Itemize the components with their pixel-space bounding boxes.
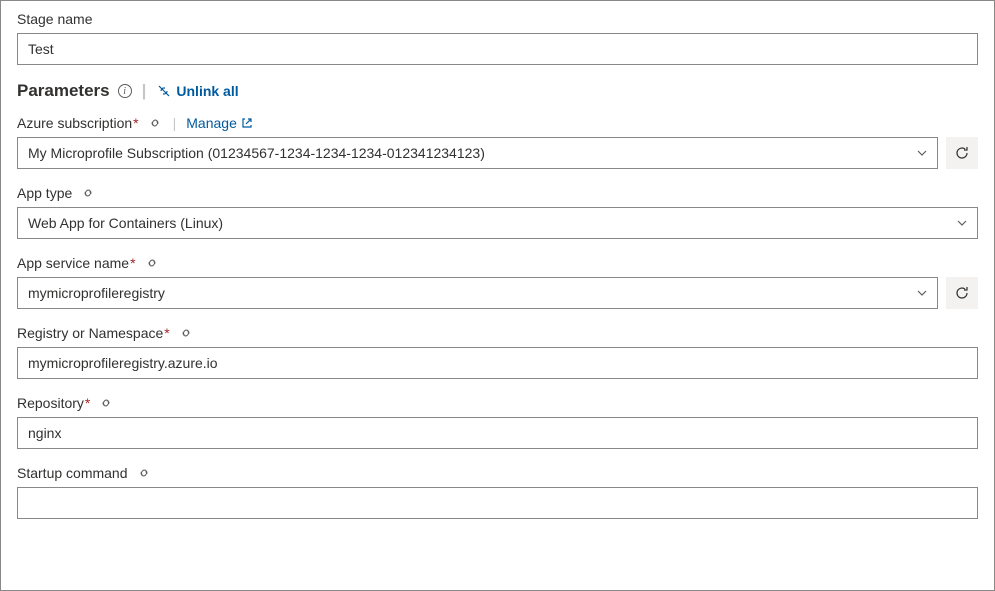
- app-service-name-select[interactable]: mymicroprofileregistry: [17, 277, 938, 309]
- input-row-azure-subscription: My Microprofile Subscription (01234567-1…: [17, 137, 978, 169]
- separator: |: [173, 115, 177, 131]
- app-service-name-label: App service name*: [17, 255, 136, 271]
- app-type-select[interactable]: Web App for Containers (Linux): [17, 207, 978, 239]
- required-marker: *: [133, 115, 138, 131]
- field-repository: Repository*: [17, 395, 978, 449]
- label-row-app-service-name: App service name*: [17, 255, 978, 271]
- repository-label: Repository*: [17, 395, 90, 411]
- stage-settings-panel: Stage name Parameters i | Unlink all Azu…: [0, 0, 995, 591]
- required-marker: *: [85, 395, 90, 411]
- link-icon[interactable]: [98, 395, 114, 411]
- field-app-service-name: App service name* mymicroprofileregistry: [17, 255, 978, 309]
- parameters-heading: Parameters i | Unlink all: [17, 81, 978, 101]
- refresh-button-subscription[interactable]: [946, 137, 978, 169]
- field-stage-name: Stage name: [17, 11, 978, 65]
- registry-namespace-input[interactable]: [17, 347, 978, 379]
- parameters-heading-text: Parameters: [17, 81, 110, 101]
- input-row-repository: [17, 417, 978, 449]
- link-icon[interactable]: [178, 325, 194, 341]
- link-icon[interactable]: [147, 115, 163, 131]
- app-type-select-wrapper: Web App for Containers (Linux): [17, 207, 978, 239]
- label-row-stage-name: Stage name: [17, 11, 978, 27]
- separator: |: [142, 81, 147, 101]
- label-row-repository: Repository*: [17, 395, 978, 411]
- field-startup-command: Startup command: [17, 465, 978, 519]
- unlink-icon: [156, 83, 172, 99]
- label-row-app-type: App type: [17, 185, 978, 201]
- azure-subscription-label: Azure subscription*: [17, 115, 139, 131]
- azure-subscription-select-wrapper: My Microprofile Subscription (01234567-1…: [17, 137, 938, 169]
- label-row-registry-namespace: Registry or Namespace*: [17, 325, 978, 341]
- stage-name-input[interactable]: [17, 33, 978, 65]
- info-icon[interactable]: i: [118, 84, 132, 98]
- required-marker: *: [164, 325, 169, 341]
- input-row-stage-name: [17, 33, 978, 65]
- startup-command-input[interactable]: [17, 487, 978, 519]
- registry-namespace-label: Registry or Namespace*: [17, 325, 170, 341]
- label-row-azure-subscription: Azure subscription* | Manage: [17, 115, 978, 131]
- field-registry-namespace: Registry or Namespace*: [17, 325, 978, 379]
- azure-subscription-select[interactable]: My Microprofile Subscription (01234567-1…: [17, 137, 938, 169]
- external-link-icon: [241, 117, 253, 129]
- required-marker: *: [130, 255, 135, 271]
- manage-link[interactable]: Manage: [186, 115, 253, 131]
- link-icon[interactable]: [80, 185, 96, 201]
- app-service-name-select-wrapper: mymicroprofileregistry: [17, 277, 938, 309]
- refresh-button-app-service[interactable]: [946, 277, 978, 309]
- unlink-all-label: Unlink all: [176, 83, 238, 99]
- link-icon[interactable]: [144, 255, 160, 271]
- input-row-app-service-name: mymicroprofileregistry: [17, 277, 978, 309]
- field-azure-subscription: Azure subscription* | Manage My M: [17, 115, 978, 169]
- input-row-startup-command: [17, 487, 978, 519]
- input-row-app-type: Web App for Containers (Linux): [17, 207, 978, 239]
- stage-name-label: Stage name: [17, 11, 93, 27]
- manage-label: Manage: [186, 115, 237, 131]
- input-row-registry-namespace: [17, 347, 978, 379]
- unlink-all-link[interactable]: Unlink all: [156, 83, 238, 99]
- link-icon[interactable]: [136, 465, 152, 481]
- field-app-type: App type Web App for Containers (Linux): [17, 185, 978, 239]
- label-row-startup-command: Startup command: [17, 465, 978, 481]
- startup-command-label: Startup command: [17, 465, 128, 481]
- app-type-label: App type: [17, 185, 72, 201]
- repository-input[interactable]: [17, 417, 978, 449]
